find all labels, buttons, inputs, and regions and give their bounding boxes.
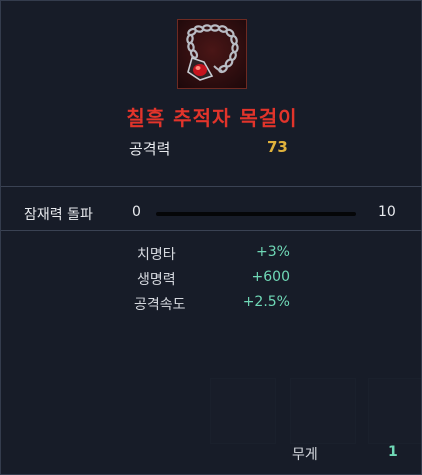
attack-power-value: 73: [267, 138, 288, 156]
item-icon-frame: [177, 19, 247, 89]
attack-speed-label: 공격속도: [134, 297, 186, 313]
potential-progress-bar: [156, 212, 356, 216]
attack-speed-value: +2.5%: [242, 294, 290, 310]
weight-label: 무게: [292, 447, 318, 463]
crit-label: 치명타: [137, 247, 176, 263]
divider: [1, 230, 422, 231]
necklace-icon: [186, 24, 239, 81]
weight-value: 1: [388, 444, 398, 460]
hp-value: +600: [251, 269, 290, 285]
potential-max-value: 10: [378, 204, 396, 220]
item-tooltip: 칠흑 추적자 목걸이 공격력 73 잠재력 돌파 0 10 치명타 +3% 생명…: [0, 0, 422, 475]
crit-value: +3%: [256, 244, 290, 260]
hp-label: 생명력: [137, 272, 176, 288]
item-name: 칠흑 추적자 목걸이: [126, 106, 298, 130]
attack-power-label: 공격력: [129, 140, 171, 158]
potential-min-value: 0: [132, 204, 141, 220]
divider: [1, 186, 422, 187]
potential-breakthrough-label: 잠재력 돌파: [24, 207, 93, 223]
